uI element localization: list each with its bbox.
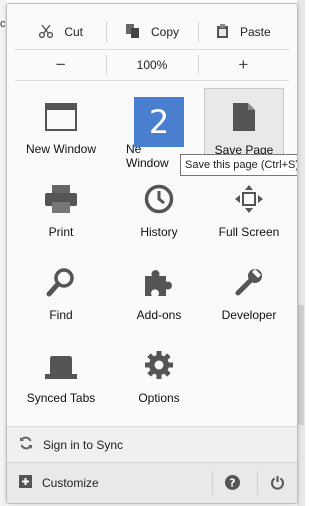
save-page-button[interactable]: Save Page [204, 88, 284, 164]
scissors-icon [38, 23, 54, 42]
find-label: Find [49, 308, 73, 322]
history-button[interactable]: History [119, 171, 199, 247]
clock-icon [144, 184, 174, 217]
divider [15, 49, 289, 50]
options-label: Options [138, 391, 180, 405]
window-icon [45, 103, 77, 134]
save-page-tooltip: Save this page (Ctrl+S) [180, 154, 297, 176]
menu-grid: New Window Ne Window Save Page Print His… [19, 86, 289, 408]
help-icon: ? [224, 474, 240, 493]
customize-button[interactable]: Customize [19, 475, 99, 491]
copy-button[interactable]: Copy [106, 18, 197, 46]
synced-tabs-button[interactable]: Synced Tabs [21, 337, 101, 413]
developer-label: Developer [221, 308, 277, 322]
minus-icon: − [55, 55, 66, 74]
synced-tabs-label: Synced Tabs [26, 391, 96, 405]
fullscreen-icon [234, 184, 264, 217]
sync-footer: Sign in to Sync [7, 426, 297, 463]
printer-icon [44, 184, 78, 217]
full-screen-label: Full Screen [218, 225, 280, 239]
history-label: History [140, 225, 178, 239]
sign-in-label: Sign in to Sync [43, 437, 124, 452]
paste-label: Paste [239, 25, 271, 39]
copy-label: Copy [150, 25, 179, 39]
customize-footer: Customize ? [7, 462, 297, 503]
divider [15, 80, 289, 81]
clipboard-icon [216, 23, 230, 42]
plus-icon: + [238, 55, 249, 74]
copy-icon [125, 23, 141, 42]
edit-controls: Cut Copy Paste [15, 18, 289, 46]
paste-button[interactable]: Paste [197, 18, 289, 46]
options-button[interactable]: Options [119, 337, 199, 413]
print-label: Print [48, 225, 74, 239]
notification-badge: 2 [134, 97, 184, 147]
sign-in-to-sync-button[interactable]: Sign in to Sync [19, 436, 123, 453]
cut-button[interactable]: Cut [15, 18, 106, 46]
zoom-controls: − 100% + [15, 52, 289, 78]
background-edge-text: c [0, 18, 6, 30]
zoom-out-button[interactable]: − [15, 52, 106, 78]
new-window-label: New Window [25, 142, 97, 156]
puzzle-icon [143, 267, 175, 300]
power-icon [270, 475, 285, 493]
developer-button[interactable]: Developer [209, 254, 289, 330]
gear-icon [144, 350, 174, 383]
customize-label: Customize [42, 476, 99, 490]
magnifier-icon [46, 267, 76, 300]
zoom-reset-button[interactable]: 100% [106, 52, 197, 78]
sync-icon [19, 436, 33, 453]
zoom-level: 100% [136, 58, 168, 72]
print-button[interactable]: Print [21, 171, 101, 247]
synced-tabs-icon [44, 354, 78, 383]
svg-text:?: ? [229, 476, 235, 489]
new-window-button[interactable]: New Window [21, 88, 101, 164]
scrollbar-thumb[interactable] [298, 305, 304, 425]
find-button[interactable]: Find [21, 254, 101, 330]
add-ons-label: Add-ons [136, 308, 182, 322]
full-screen-button[interactable]: Full Screen [209, 171, 289, 247]
plus-box-icon [19, 475, 32, 491]
wrench-icon [234, 267, 264, 300]
help-button[interactable]: ? [212, 463, 252, 503]
add-ons-button[interactable]: Add-ons [119, 254, 199, 330]
quit-button[interactable] [257, 463, 297, 503]
page-icon [232, 102, 256, 135]
scrollbar[interactable] [297, 0, 305, 506]
cut-label: Cut [64, 25, 83, 39]
zoom-in-button[interactable]: + [197, 52, 289, 78]
app-menu-panel: Cut Copy Paste − 100% + New Window Ne Wi… [6, 3, 298, 504]
